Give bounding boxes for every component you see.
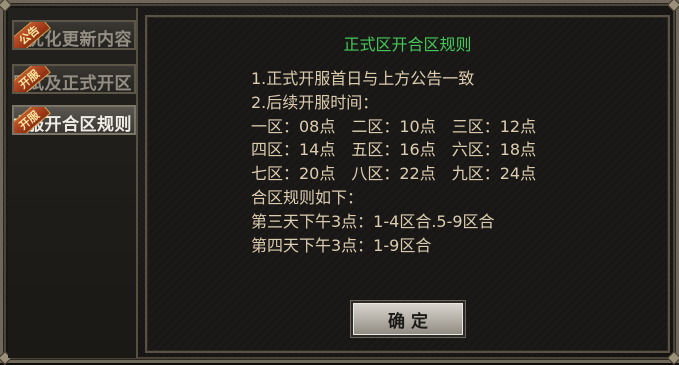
rules-text: 1.正式开服首日与上方公告一致 2.后续开服时间： 一区：08点 二区：10点 … bbox=[251, 67, 536, 257]
rules-line: 四区：14点 五区：16点 六区：18点 bbox=[251, 140, 537, 160]
panel-title: 正式区开合区规则 bbox=[343, 35, 472, 54]
confirm-button-label: 确定 bbox=[388, 311, 434, 332]
tab-update-notes[interactable]: 公告 优化更新内容 bbox=[12, 20, 136, 50]
tab-open-server[interactable]: 开服 测试及正式开区 bbox=[12, 64, 136, 94]
rules-line: 第三天下午3点：1-4区合.5-9区合 bbox=[251, 211, 495, 231]
tab-merge-rules[interactable]: 开服 正式服开合区规则 bbox=[12, 105, 136, 135]
announcement-window: 公告 优化更新内容 开服 测试及正式开区 开服 正式服开合区规则 正式区开合区规… bbox=[0, 0, 679, 365]
rules-line: 一区：08点 二区：10点 三区：12点 bbox=[251, 116, 537, 136]
content-panel: 正式区开合区规则 1.正式开服首日与上方公告一致 2.后续开服时间： 一区：08… bbox=[145, 15, 670, 353]
frame-corner-top-right bbox=[666, 0, 679, 13]
confirm-button[interactable]: 确定 bbox=[351, 301, 465, 337]
rules-line: 七区：20点 八区：22点 九区：24点 bbox=[251, 164, 537, 184]
rules-line: 2.后续开服时间： bbox=[251, 92, 379, 112]
rules-line: 1.正式开服首日与上方公告一致 bbox=[251, 69, 475, 88]
rules-line: 第四天下午3点：1-9区合 bbox=[251, 235, 432, 255]
sidebar: 公告 优化更新内容 开服 测试及正式开区 开服 正式服开合区规则 bbox=[8, 8, 138, 358]
rules-line: 合区规则如下： bbox=[251, 187, 364, 207]
